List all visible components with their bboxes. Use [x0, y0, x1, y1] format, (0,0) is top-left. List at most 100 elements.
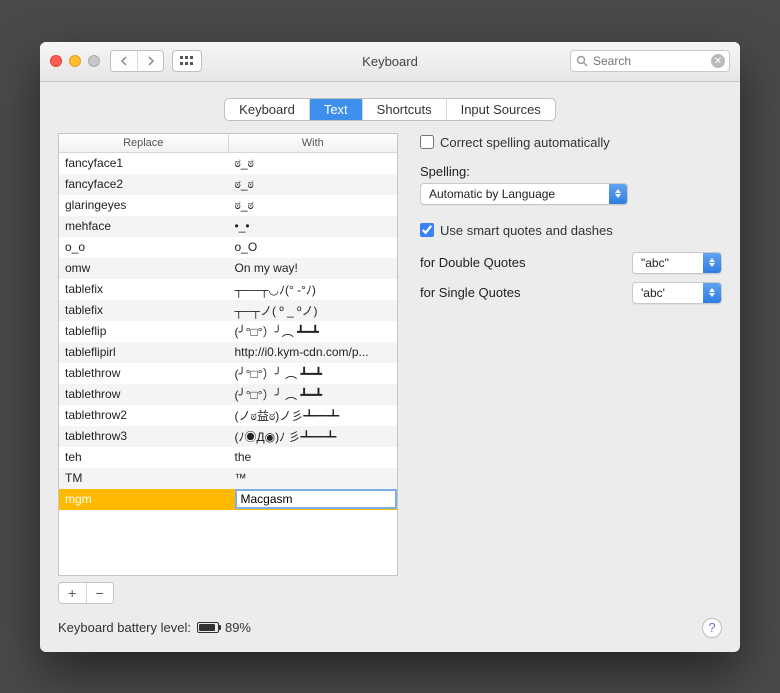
cell-replace[interactable]: tableflip — [59, 324, 229, 338]
cell-with-editing[interactable] — [235, 489, 398, 509]
cell-replace[interactable]: glaringeyes — [59, 198, 229, 212]
minus-icon: − — [96, 585, 104, 601]
cell-with[interactable]: (╯°□°）╯︵ ┻━┻ — [229, 323, 398, 340]
cell-replace[interactable]: fancyface1 — [59, 156, 229, 170]
cell-with[interactable]: •_• — [229, 219, 398, 233]
cell-replace[interactable]: teh — [59, 450, 229, 464]
table-row[interactable]: tablefix┬──┬◡ﾉ(° -°ﾉ) — [59, 279, 397, 300]
battery-label: Keyboard battery level: — [58, 620, 191, 635]
cell-with[interactable]: (ノಠ益ಠ)ノ彡┻━┻ — [229, 407, 398, 424]
cell-replace[interactable]: omw — [59, 261, 229, 275]
minimize-window-button[interactable] — [69, 55, 81, 67]
remove-button[interactable]: − — [86, 583, 114, 603]
cell-with[interactable]: (╯°□°）╯ ︵ ┻━┻ — [229, 365, 398, 382]
titlebar: Keyboard ✕ — [40, 42, 740, 82]
cell-with[interactable]: (ﾉ◉Д◉)ﾉ 彡┻━┻ — [229, 428, 398, 445]
cell-replace[interactable]: tablethrow — [59, 366, 229, 380]
cell-replace[interactable]: mehface — [59, 219, 229, 233]
cell-replace[interactable]: mgm — [59, 492, 235, 506]
table-row[interactable]: tablefix┬─┬ノ( º _ ºノ) — [59, 300, 397, 321]
double-quotes-label: for Double Quotes — [420, 255, 624, 270]
cell-replace[interactable]: tablefix — [59, 282, 229, 296]
search-input[interactable] — [593, 54, 707, 68]
smart-quotes-row[interactable]: Use smart quotes and dashes — [420, 223, 722, 238]
smart-quotes-checkbox[interactable] — [420, 223, 434, 237]
tab-bar: Keyboard Text Shortcuts Input Sources — [58, 98, 722, 121]
forward-button[interactable] — [137, 51, 163, 71]
smart-quotes-label: Use smart quotes and dashes — [440, 223, 613, 238]
cell-replace[interactable]: tableflipirl — [59, 345, 229, 359]
cell-replace[interactable]: tablethrow3 — [59, 429, 229, 443]
table-row[interactable]: tablethrow2(ノಠ益ಠ)ノ彡┻━┻ — [59, 405, 397, 426]
spelling-label: Spelling: — [420, 164, 722, 179]
table-row[interactable]: tableflipirlhttp://i0.kym-cdn.com/p... — [59, 342, 397, 363]
cell-with[interactable]: ಠ_ಠ — [229, 177, 398, 192]
correct-spelling-row[interactable]: Correct spelling automatically — [420, 135, 722, 150]
double-quotes-value: "abc" — [641, 256, 669, 270]
search-icon — [576, 55, 588, 67]
col-replace[interactable]: Replace — [59, 134, 229, 152]
replacements-table[interactable]: Replace With fancyface1ಠ_ಠfancyface2ಠ_ಠg… — [58, 133, 398, 576]
dropdown-arrows-icon — [609, 184, 627, 204]
cell-replace[interactable]: fancyface2 — [59, 177, 229, 191]
cell-replace[interactable]: o_o — [59, 240, 229, 254]
table-row[interactable]: omwOn my way! — [59, 258, 397, 279]
cell-with[interactable]: ™ — [229, 471, 398, 485]
cell-with[interactable]: http://i0.kym-cdn.com/p... — [229, 345, 398, 359]
with-edit-input[interactable] — [235, 489, 398, 509]
replacements-panel: Replace With fancyface1ಠ_ಠfancyface2ಠ_ಠg… — [58, 133, 398, 604]
col-with[interactable]: With — [229, 134, 398, 152]
cell-with[interactable]: (╯°□°）╯ ︵ ┻━┻ — [229, 386, 398, 403]
cell-with[interactable]: ಠ_ಠ — [229, 156, 398, 171]
table-row[interactable]: mehface•_• — [59, 216, 397, 237]
single-quotes-label: for Single Quotes — [420, 285, 624, 300]
clear-search-icon[interactable]: ✕ — [711, 54, 725, 68]
preferences-window: Keyboard ✕ Keyboard Text Shortcuts Input… — [40, 42, 740, 652]
table-row[interactable]: tablethrow3(ﾉ◉Д◉)ﾉ 彡┻━┻ — [59, 426, 397, 447]
tab-input-sources[interactable]: Input Sources — [447, 99, 555, 120]
table-body: fancyface1ಠ_ಠfancyface2ಠ_ಠglaringeyesಠ_ಠ… — [59, 153, 397, 575]
help-button[interactable]: ? — [702, 618, 722, 638]
cell-with[interactable]: On my way! — [229, 261, 398, 275]
correct-spelling-checkbox[interactable] — [420, 135, 434, 149]
dropdown-arrows-icon — [703, 283, 721, 303]
table-row[interactable]: tablethrow(╯°□°）╯ ︵ ┻━┻ — [59, 363, 397, 384]
show-all-button[interactable] — [172, 50, 202, 72]
search-field-container: ✕ — [570, 50, 730, 72]
table-row[interactable]: fancyface2ಠ_ಠ — [59, 174, 397, 195]
back-button[interactable] — [111, 51, 137, 71]
spelling-select-value: Automatic by Language — [429, 187, 555, 201]
table-row[interactable]: tablethrow(╯°□°）╯ ︵ ┻━┻ — [59, 384, 397, 405]
cell-with[interactable]: ┬─┬ノ( º _ ºノ) — [229, 302, 398, 319]
tab-keyboard[interactable]: Keyboard — [225, 99, 310, 120]
cell-replace[interactable]: tablethrow — [59, 387, 229, 401]
table-row[interactable]: tehthe — [59, 447, 397, 468]
tab-text[interactable]: Text — [310, 99, 363, 120]
double-quotes-select[interactable]: "abc" — [632, 252, 722, 274]
cell-replace[interactable]: tablethrow2 — [59, 408, 229, 422]
table-row[interactable]: tableflip(╯°□°）╯︵ ┻━┻ — [59, 321, 397, 342]
cell-with[interactable]: ┬──┬◡ﾉ(° -°ﾉ) — [229, 281, 398, 298]
close-window-button[interactable] — [50, 55, 62, 67]
table-row[interactable]: o_oo_O — [59, 237, 397, 258]
table-header: Replace With — [59, 134, 397, 153]
nav-back-forward — [110, 50, 164, 72]
tab-shortcuts[interactable]: Shortcuts — [363, 99, 447, 120]
table-row[interactable]: TM™ — [59, 468, 397, 489]
table-row[interactable]: fancyface1ಠ_ಠ — [59, 153, 397, 174]
traffic-lights — [50, 55, 100, 67]
cell-replace[interactable]: TM — [59, 471, 229, 485]
cell-with[interactable]: ಠ_ಠ — [229, 198, 398, 213]
table-row-selected[interactable]: mgm — [59, 489, 397, 510]
add-button[interactable]: + — [59, 583, 86, 603]
cell-replace[interactable]: tablefix — [59, 303, 229, 317]
grid-icon — [180, 56, 194, 66]
table-row[interactable]: glaringeyesಠ_ಠ — [59, 195, 397, 216]
cell-with[interactable]: the — [229, 450, 398, 464]
dropdown-arrows-icon — [703, 253, 721, 273]
single-quotes-select[interactable]: 'abc' — [632, 282, 722, 304]
spelling-select[interactable]: Automatic by Language — [420, 183, 628, 205]
cell-with[interactable]: o_O — [229, 240, 398, 254]
zoom-window-button[interactable] — [88, 55, 100, 67]
single-quotes-value: 'abc' — [641, 286, 665, 300]
